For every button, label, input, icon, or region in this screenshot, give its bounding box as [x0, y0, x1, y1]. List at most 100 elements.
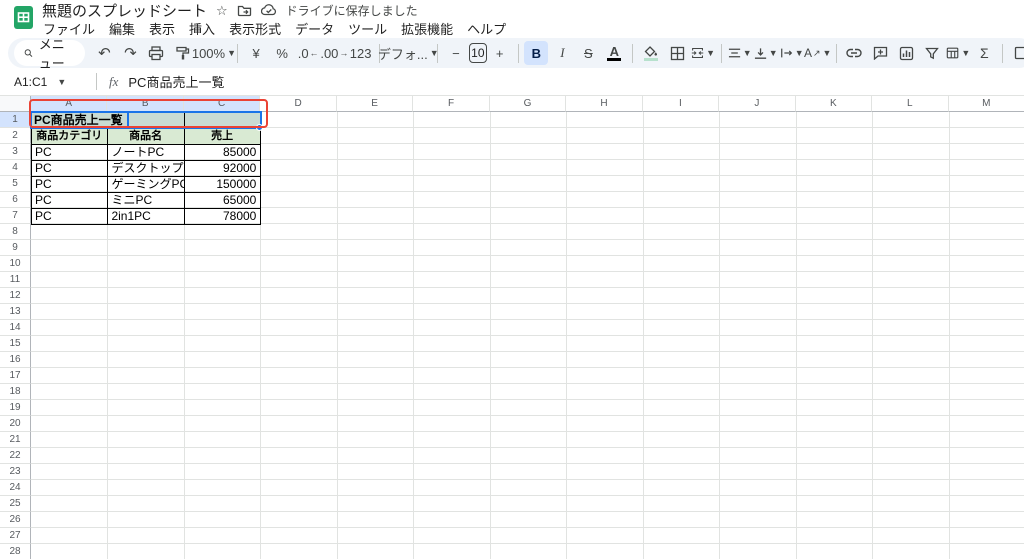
chevron-down-icon[interactable]: ▼	[769, 48, 778, 58]
row-header-2[interactable]: 2	[0, 128, 31, 144]
text-color-button[interactable]: A	[602, 41, 626, 65]
insert-chart-button[interactable]	[894, 41, 918, 65]
menu-item[interactable]: 表示	[142, 17, 182, 40]
more-formats-button[interactable]: 123	[349, 41, 373, 65]
redo-button[interactable]: ↷	[118, 41, 142, 65]
clipped-toolbar-button[interactable]	[1009, 41, 1024, 65]
row-header-18[interactable]: 18	[0, 384, 31, 400]
menu-item[interactable]: 挿入	[182, 17, 222, 40]
column-header-L[interactable]: L	[872, 96, 949, 112]
row-header-5[interactable]: 5	[0, 176, 31, 192]
menu-item[interactable]: データ	[288, 17, 341, 40]
cloud-saved-icon[interactable]	[260, 4, 277, 16]
undo-button[interactable]: ↶	[92, 41, 116, 65]
borders-button[interactable]	[665, 41, 689, 65]
row-header-21[interactable]: 21	[0, 432, 31, 448]
color-bar	[607, 57, 622, 61]
row-header-26[interactable]: 26	[0, 512, 31, 528]
strikethrough-button[interactable]: S	[576, 41, 600, 65]
row-header-1[interactable]: 1	[0, 112, 31, 128]
select-all-corner[interactable]	[0, 96, 31, 112]
column-header-F[interactable]: F	[413, 96, 490, 112]
sheets-logo-icon[interactable]	[11, 5, 36, 30]
row-header-3[interactable]: 3	[0, 144, 31, 160]
row-header-28[interactable]: 28	[0, 544, 31, 559]
grid-row	[31, 496, 1024, 512]
increase-font-size-button[interactable]: +	[488, 41, 512, 65]
insert-comment-button[interactable]	[868, 41, 892, 65]
row-header-12[interactable]: 12	[0, 288, 31, 304]
column-header-K[interactable]: K	[795, 96, 873, 112]
menu-item[interactable]: ツール	[341, 17, 394, 40]
font-size-input[interactable]: 10	[468, 43, 487, 63]
row-header-7[interactable]: 7	[0, 208, 31, 224]
merge-cells-button[interactable]: ▼	[691, 41, 715, 65]
format-percent-button[interactable]: %	[270, 41, 294, 65]
chevron-down-icon[interactable]: ▼	[706, 48, 715, 58]
chevron-down-icon[interactable]: ▼	[57, 77, 66, 87]
fill-color-button[interactable]	[639, 41, 663, 65]
row-header-24[interactable]: 24	[0, 480, 31, 496]
row-header-16[interactable]: 16	[0, 352, 31, 368]
row-header-23[interactable]: 23	[0, 464, 31, 480]
row-header-19[interactable]: 19	[0, 400, 31, 416]
row-header-25[interactable]: 25	[0, 496, 31, 512]
font-select[interactable]: デフォ... ▼	[378, 41, 439, 65]
grid-row	[31, 528, 1024, 544]
functions-button[interactable]: Σ	[972, 41, 996, 65]
row-header-6[interactable]: 6	[0, 192, 31, 208]
formula-input[interactable]: PC商品売上一覧	[128, 72, 224, 91]
format-currency-button[interactable]: ¥	[244, 41, 268, 65]
italic-button[interactable]: I	[550, 41, 574, 65]
spreadsheet-grid[interactable]: A B C D E F G H I J K L M 1 2 3 4 5 6 7 8 9 10 11 12 13 14 15 16 17 18…	[0, 96, 1024, 559]
column-header-G[interactable]: G	[489, 96, 567, 112]
print-button[interactable]	[144, 41, 168, 65]
text-wrap-button[interactable]: ▼	[780, 41, 804, 65]
chevron-down-icon[interactable]: ▼	[795, 48, 804, 58]
decrease-decimal-button[interactable]: .0 ←	[296, 41, 320, 65]
menu-item[interactable]: 表示形式	[222, 17, 288, 40]
horizontal-align-button[interactable]: ▼	[728, 41, 752, 65]
zoom-select[interactable]: 100% ▼	[192, 41, 236, 65]
search-menus-button[interactable]: メニュー	[14, 38, 86, 68]
row-header-27[interactable]: 27	[0, 528, 31, 544]
row-header-14[interactable]: 14	[0, 320, 31, 336]
row-header-17[interactable]: 17	[0, 368, 31, 384]
chevron-down-icon[interactable]: ▼	[961, 48, 970, 58]
row-header-9[interactable]: 9	[0, 240, 31, 256]
star-icon[interactable]: ☆	[216, 4, 228, 17]
column-header-M[interactable]: M	[948, 96, 1024, 112]
row-header-4[interactable]: 4	[0, 160, 31, 176]
vertical-align-button[interactable]: ▼	[754, 41, 778, 65]
column-header-J[interactable]: J	[719, 96, 796, 112]
menu-item[interactable]: ヘルプ	[460, 17, 513, 40]
move-folder-icon[interactable]	[237, 4, 252, 17]
column-header-I[interactable]: I	[642, 96, 720, 112]
row-header-13[interactable]: 13	[0, 304, 31, 320]
insert-link-button[interactable]	[842, 41, 866, 65]
chevron-down-icon[interactable]: ▼	[743, 48, 752, 58]
menu-item[interactable]: 編集	[102, 17, 142, 40]
paint-format-button[interactable]	[170, 41, 194, 65]
row-header-15[interactable]: 15	[0, 336, 31, 352]
column-header-E[interactable]: E	[336, 96, 414, 112]
row-header-22[interactable]: 22	[0, 448, 31, 464]
table-views-button[interactable]: ▼	[946, 41, 970, 65]
increase-decimal-button[interactable]: .00 →	[320, 41, 348, 65]
menu-item[interactable]: ファイル	[36, 17, 102, 40]
chevron-down-icon[interactable]: ▼	[823, 48, 832, 58]
menu-item[interactable]: 拡張機能	[394, 17, 460, 40]
row-header-11[interactable]: 11	[0, 272, 31, 288]
row-header-20[interactable]: 20	[0, 416, 31, 432]
bold-button[interactable]: B	[524, 41, 549, 65]
row-header-8[interactable]: 8	[0, 224, 31, 240]
column-header-D[interactable]: D	[260, 96, 337, 112]
create-filter-button[interactable]	[920, 41, 944, 65]
row-header-10[interactable]: 10	[0, 256, 31, 272]
fx-icon: fx	[109, 73, 119, 89]
name-box[interactable]: A1:C1 ▼	[0, 75, 96, 89]
column-header-H[interactable]: H	[566, 96, 643, 112]
text-rotation-button[interactable]: A ↗ ▼	[804, 41, 832, 65]
decrease-font-size-button[interactable]: −	[444, 41, 468, 65]
grid-row	[31, 304, 1024, 320]
